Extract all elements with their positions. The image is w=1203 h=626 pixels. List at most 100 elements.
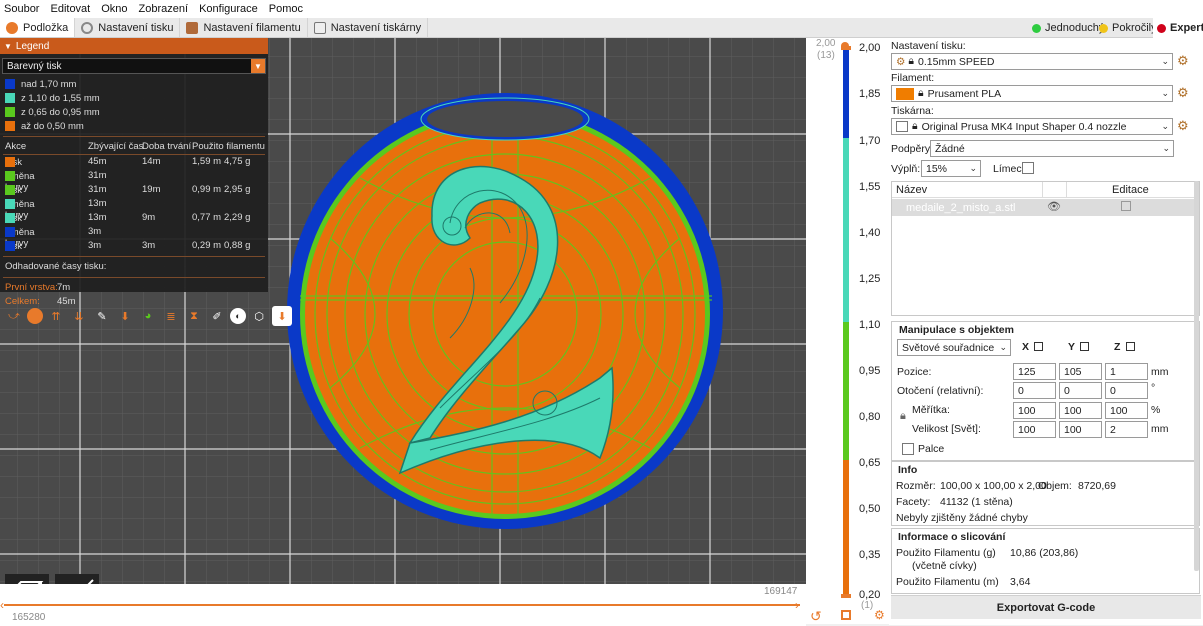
- travel-icon[interactable]: ⤻: [4, 306, 24, 326]
- tab-bar: Podložka Nastavení tisku Nastavení filam…: [0, 18, 1203, 38]
- legend-range-item: z 0,65 do 0,95 mm: [0, 105, 268, 119]
- menu-pomoc[interactable]: Pomoc: [269, 3, 303, 15]
- position-label: Pozice:: [897, 366, 932, 378]
- rotation-z-input[interactable]: 0: [1105, 382, 1148, 399]
- color-swatch: [5, 107, 15, 117]
- collapse-triangle-icon[interactable]: ▼: [4, 42, 12, 51]
- menu-editovat[interactable]: Editovat: [50, 3, 90, 15]
- coordinates-select[interactable]: Světové souřadnice ⌄: [897, 339, 1011, 356]
- table-row: Tisk 3m 3m 0,29 m 0,88 g: [0, 239, 268, 253]
- undo-arrow-icon[interactable]: ↺: [810, 608, 822, 625]
- rotation-y-input[interactable]: 0: [1059, 382, 1102, 399]
- supports-label: Podpěry:: [891, 143, 934, 155]
- tab-print-settings[interactable]: Nastavení tisku: [75, 18, 181, 37]
- size-y-input[interactable]: 100: [1059, 421, 1102, 438]
- retractions-icon[interactable]: ⇈: [46, 306, 66, 326]
- chevron-down-icon: ⌄: [999, 342, 1007, 352]
- edit-icon[interactable]: [1121, 201, 1131, 211]
- position-x-input[interactable]: 125: [1013, 363, 1056, 380]
- y-axis-label: Y: [1068, 341, 1076, 353]
- layer-tick: 1,25: [859, 273, 881, 285]
- legend-view-type-select[interactable]: Barevný tisk ▼: [2, 58, 266, 74]
- shells-icon[interactable]: ◐: [230, 308, 246, 324]
- legend-header[interactable]: ▼ Legend: [0, 38, 268, 54]
- center-of-gravity-icon[interactable]: ✐: [207, 306, 227, 326]
- print-settings-select[interactable]: ⚙ 🔒︎ 0.15mm SPEED ⌄: [891, 53, 1173, 70]
- layer-slider-track[interactable]: [841, 46, 851, 598]
- row-remaining: 45m: [88, 156, 107, 167]
- wipe-icon[interactable]: [27, 308, 43, 324]
- legend-panel: ▼ Legend Barevný tisk ▼ nad 1,70 mm z 1,…: [0, 38, 268, 307]
- tool-marker-icon[interactable]: ⬇: [272, 306, 292, 326]
- tab-filament-settings[interactable]: Nastavení filamentu: [180, 18, 308, 37]
- pause-prints-icon[interactable]: ≣: [161, 306, 181, 326]
- first-layer-time: První vrstva: 7m: [0, 281, 268, 295]
- scale-z-input[interactable]: 100: [1105, 402, 1148, 419]
- supports-select[interactable]: Žádné ⌄: [930, 140, 1174, 157]
- printer-icon: [313, 21, 326, 34]
- slider-right-arrow-icon[interactable]: ›: [795, 598, 799, 612]
- chevron-down-icon: ⌄: [1161, 56, 1169, 66]
- horizontal-slider-track[interactable]: [4, 604, 800, 606]
- rotation-x-input[interactable]: 0: [1013, 382, 1056, 399]
- mode-expert-dot-icon: [1157, 23, 1166, 33]
- menu-soubor[interactable]: Soubor: [4, 3, 39, 15]
- position-z-input[interactable]: 1: [1105, 363, 1148, 380]
- printer-select[interactable]: 🔒︎ Original Prusa MK4 Input Shaper 0.4 n…: [891, 118, 1173, 135]
- seams-icon[interactable]: ✎: [92, 306, 112, 326]
- print-settings-label: Nastavení tisku:: [891, 40, 966, 52]
- object-name: medaile_2_misto_a.stl: [906, 202, 1016, 214]
- used-m-value: 3,64: [1010, 576, 1031, 588]
- mode-expert[interactable]: Expert: [1153, 18, 1203, 38]
- medal-model[interactable]: [287, 93, 723, 529]
- gear-icon[interactable]: ⚙: [1177, 85, 1189, 101]
- mode-advanced[interactable]: Pokročilý: [1095, 18, 1161, 38]
- scale-y-input[interactable]: 100: [1059, 402, 1102, 419]
- legend-range-item: z 1,10 do 1,55 mm: [0, 91, 268, 105]
- gear-icon[interactable]: ⚙: [1177, 53, 1189, 69]
- info-title: Info: [898, 464, 918, 476]
- cube-outline-icon[interactable]: ⬡: [249, 306, 269, 326]
- range-label: nad 1,70 mm: [21, 78, 77, 90]
- list-item[interactable]: medaile_2_misto_a.stl 👁︎: [892, 199, 1199, 216]
- brim-checkbox[interactable]: [1022, 162, 1034, 174]
- chevron-down-icon: ⌄: [1162, 143, 1170, 153]
- scale-label: Měřítka:: [912, 404, 950, 416]
- inches-checkbox[interactable]: [902, 443, 914, 455]
- layer-bottom-index: (1): [861, 600, 874, 611]
- menu-okno[interactable]: Okno: [101, 3, 127, 15]
- deretractions-icon[interactable]: ⇊: [69, 306, 89, 326]
- infill-select[interactable]: 15% ⌄: [921, 160, 981, 177]
- lock-icon[interactable]: [841, 610, 851, 620]
- size-z-input[interactable]: 2: [1105, 421, 1148, 438]
- sidebar-scrollbar[interactable]: [1194, 181, 1199, 571]
- gear-icon[interactable]: ⚙: [1177, 118, 1189, 134]
- x-axis-icon: [1034, 342, 1043, 351]
- tab-plater[interactable]: Podložka: [0, 18, 76, 37]
- export-gcode-button[interactable]: Exportovat G-code: [891, 595, 1201, 619]
- eye-icon[interactable]: 👁︎: [1047, 200, 1061, 213]
- color-swatch: [5, 157, 15, 167]
- lock-icon[interactable]: 🔒︎: [900, 410, 906, 423]
- slider-left-arrow-icon[interactable]: ‹: [0, 598, 4, 612]
- tab-printer-settings[interactable]: Nastavení tiskárny: [308, 18, 429, 37]
- color-swatch: [5, 199, 15, 209]
- scale-x-input[interactable]: 100: [1013, 402, 1056, 419]
- color-changes-icon[interactable]: ◕: [138, 306, 158, 326]
- object-manipulation-panel: Manipulace s objektem Světové souřadnice…: [891, 321, 1200, 461]
- position-y-input[interactable]: 105: [1059, 363, 1102, 380]
- menu-konfigurace[interactable]: Konfigurace: [199, 3, 258, 15]
- menu-zobrazeni[interactable]: Zobrazení: [139, 3, 189, 15]
- row-weight: 2,29 g: [224, 212, 251, 223]
- volume-value: 8720,69: [1078, 480, 1116, 492]
- custom-gcodes-icon[interactable]: ⧗: [184, 306, 204, 326]
- size-x-input[interactable]: 100: [1013, 421, 1056, 438]
- row-duration: 9m: [142, 212, 156, 223]
- layer-tick: 1,70: [859, 135, 881, 147]
- filament-select[interactable]: 🔒︎ Prusament PLA ⌄: [891, 85, 1173, 102]
- layer-tick: 0,95: [859, 365, 881, 377]
- row-remaining: 13m: [88, 212, 107, 223]
- gear-icon[interactable]: ⚙: [874, 608, 885, 622]
- tool-changes-icon[interactable]: ⬇: [115, 306, 135, 326]
- row-remaining: 3m: [88, 240, 102, 251]
